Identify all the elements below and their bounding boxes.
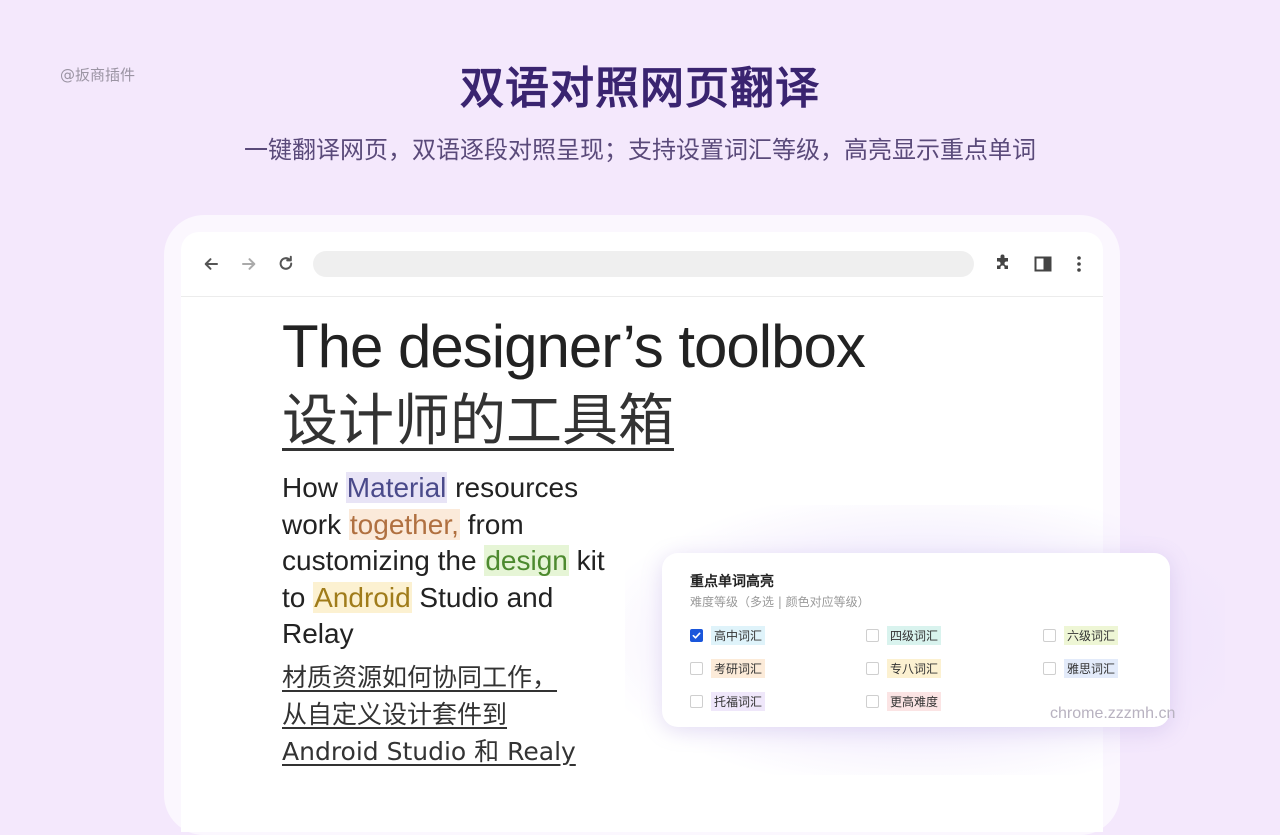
highlighted-word[interactable]: design [484,545,569,577]
reload-icon[interactable] [274,252,298,276]
option-label: 更高难度 [887,692,942,711]
article-paragraph-zh: 材质资源如何协同工作， 从自定义设计套件到 Android Studio 和 R… [282,659,612,770]
checkbox[interactable] [690,695,703,708]
option-tem8[interactable]: 专八词汇 [866,659,942,678]
side-panel-icon[interactable] [1031,252,1055,276]
option-label: 雅思词汇 [1064,659,1119,678]
page-subheadline: 一键翻译网页，双语逐段对照呈现；支持设置词汇等级，高亮显示重点单词 [244,136,1036,164]
more-vert-icon[interactable] [1067,252,1091,276]
highlighted-word[interactable]: Material [345,472,448,503]
para-zh-line: 材质资源如何协同工作， [282,663,558,692]
address-bar[interactable] [313,251,974,277]
option-label: 四级词汇 [887,626,942,645]
option-label: 托福词汇 [711,692,766,711]
page-headline: 双语对照网页翻译 [460,63,820,114]
para-zh-line: 从自定义设计套件到 [282,700,508,729]
para-text: How [282,472,346,503]
option-ielts[interactable]: 雅思词汇 [1043,659,1119,678]
article-title-zh: 设计师的工具箱 [282,389,674,454]
checkbox[interactable] [866,662,879,675]
article-paragraph-en: How Material resources work together, fr… [282,470,622,653]
forward-arrow-icon[interactable] [237,252,261,276]
option-postgrad[interactable]: 考研词汇 [690,659,766,678]
highlight-settings-panel: 重点单词高亮 难度等级（多选 | 颜色对应等级） 高中词汇 四级词汇 六级词汇 … [662,553,1170,727]
checkbox[interactable] [866,629,879,642]
option-cet6[interactable]: 六级词汇 [1043,626,1119,645]
article-title-en: The designer’s toolbox [282,313,866,380]
checkbox-checked[interactable] [690,629,703,642]
checkbox[interactable] [866,695,879,708]
watermark-bottom: chrome.zzzmh.cn [1050,705,1176,722]
panel-title: 重点单词高亮 [690,574,774,590]
check-icon [692,632,701,639]
option-label: 高中词汇 [711,626,766,645]
checkbox[interactable] [1043,629,1056,642]
option-harder[interactable]: 更高难度 [866,692,942,711]
panel-subtitle: 难度等级（多选 | 颜色对应等级） [690,595,870,609]
checkbox[interactable] [690,662,703,675]
option-label: 六级词汇 [1064,626,1119,645]
back-arrow-icon[interactable] [199,252,223,276]
highlighted-word[interactable]: together, [348,508,460,540]
option-high-school[interactable]: 高中词汇 [690,626,766,645]
browser-toolbar [181,232,1103,297]
option-toefl[interactable]: 托福词汇 [690,692,766,711]
puzzle-piece-icon[interactable] [991,252,1015,276]
option-cet4[interactable]: 四级词汇 [866,626,942,645]
para-zh-line: Android Studio 和 Realy [282,737,576,766]
option-label: 考研词汇 [711,659,766,678]
option-label: 专八词汇 [887,659,942,678]
checkbox[interactable] [1043,662,1056,675]
highlighted-word[interactable]: Android [313,581,412,613]
